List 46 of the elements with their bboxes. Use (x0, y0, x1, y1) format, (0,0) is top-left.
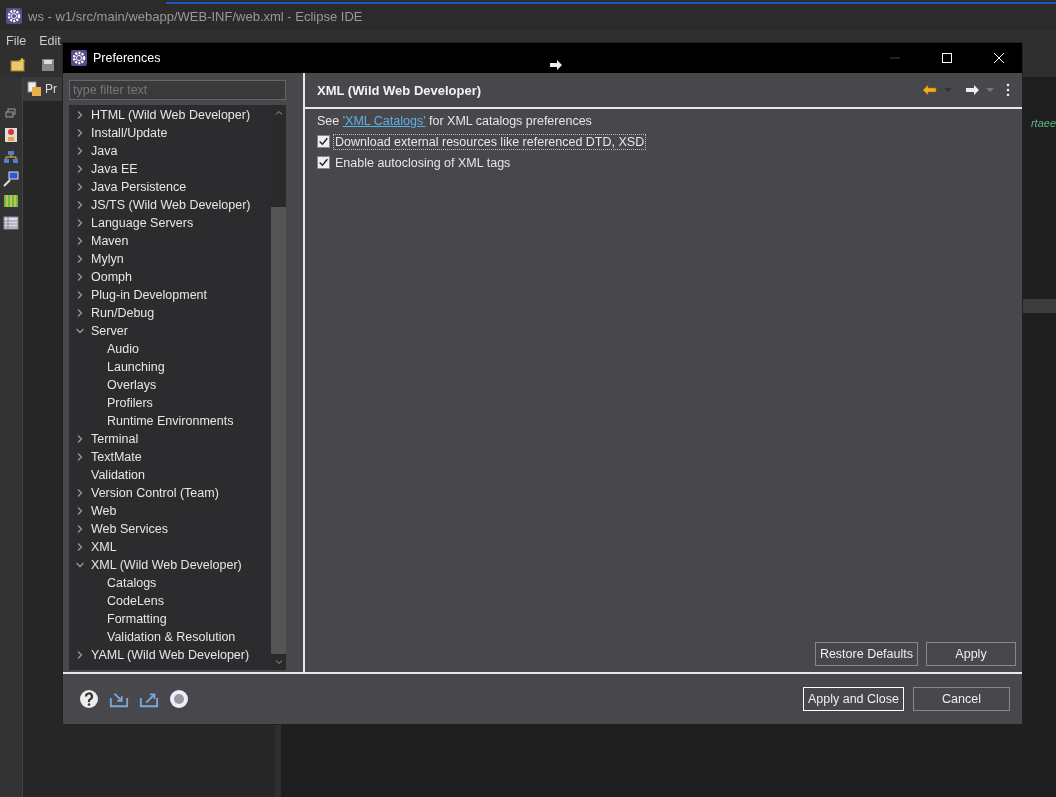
tree-item[interactable]: Validation (91, 468, 145, 482)
tree-item[interactable]: YAML (Wild Web Developer) (91, 648, 250, 662)
page-heading: XML (Wild Web Developer) (317, 82, 482, 98)
catalogs-note: See 'XML Catalogs' for XML catalogs preferences (317, 114, 593, 128)
tree-item[interactable]: XML (91, 540, 117, 554)
tree-item[interactable]: Server (91, 324, 128, 338)
tree-item[interactable]: Maven (91, 234, 129, 248)
restore-defaults-button[interactable]: Restore Defaults (814, 642, 918, 666)
apply-and-close-button[interactable]: Apply and Close (802, 687, 904, 711)
tree-item[interactable]: TextMate (91, 450, 142, 464)
menu-item[interactable]: Edit (39, 34, 61, 48)
tree-item[interactable]: Web Services (91, 522, 168, 536)
tree-item[interactable]: Java (91, 144, 118, 158)
checkbox-label[interactable]: Download external resources like referenced DTD, XSD (333, 133, 647, 150)
tree-item[interactable]: Launching (107, 360, 165, 374)
tree-item[interactable]: Install/Update (91, 126, 168, 140)
tree-item[interactable]: Version Control (Team) (91, 486, 219, 500)
tree-item[interactable]: HTML (Wild Web Developer) (91, 108, 251, 122)
filter-field[interactable]: type filter text (69, 80, 286, 100)
tree-item[interactable]: Profilers (107, 396, 153, 410)
tree-item[interactable]: Audio (107, 342, 139, 356)
tree-item[interactable]: Java EE (91, 162, 138, 176)
checkbox-label[interactable]: Enable autoclosing of XML tags (333, 154, 513, 171)
tree-item[interactable]: XML (Wild Web Developer) (91, 558, 242, 572)
tree-item[interactable]: Terminal (91, 432, 139, 446)
tree-item[interactable]: CodeLens (107, 594, 164, 608)
tree-item[interactable]: Java Persistence (91, 180, 187, 194)
dialog-title: Preferences (93, 51, 161, 65)
tree-item[interactable]: Web (91, 504, 117, 518)
tree-item[interactable]: Mylyn (91, 252, 124, 266)
tree-item[interactable]: Catalogs (107, 576, 157, 590)
tree-item[interactable]: Oomph (91, 270, 132, 284)
menu-item[interactable]: File (6, 34, 27, 48)
tree-item[interactable]: Language Servers (91, 216, 194, 230)
tree-item[interactable]: Validation & Resolution (107, 630, 236, 644)
apply-button[interactable]: Apply (926, 642, 1016, 666)
window-title: ws - w1/src/main/webapp/WEB-INF/web.xml - Eclipse IDE (28, 8, 363, 24)
code-text: rtaee (1030, 117, 1056, 129)
tree-item[interactable]: Run/Debug (91, 306, 155, 320)
tree-item[interactable]: Overlays (107, 378, 157, 392)
tree-item[interactable]: Formatting (107, 612, 167, 626)
tree-item[interactable]: Runtime Environments (107, 414, 234, 428)
tree-item[interactable]: Plug-in Development (91, 288, 208, 302)
xml-catalogs-link[interactable]: 'XML Catalogs' (342, 114, 426, 128)
cancel-button[interactable]: Cancel (913, 687, 1010, 711)
tree-item[interactable]: JS/TS (Wild Web Developer) (91, 198, 251, 212)
